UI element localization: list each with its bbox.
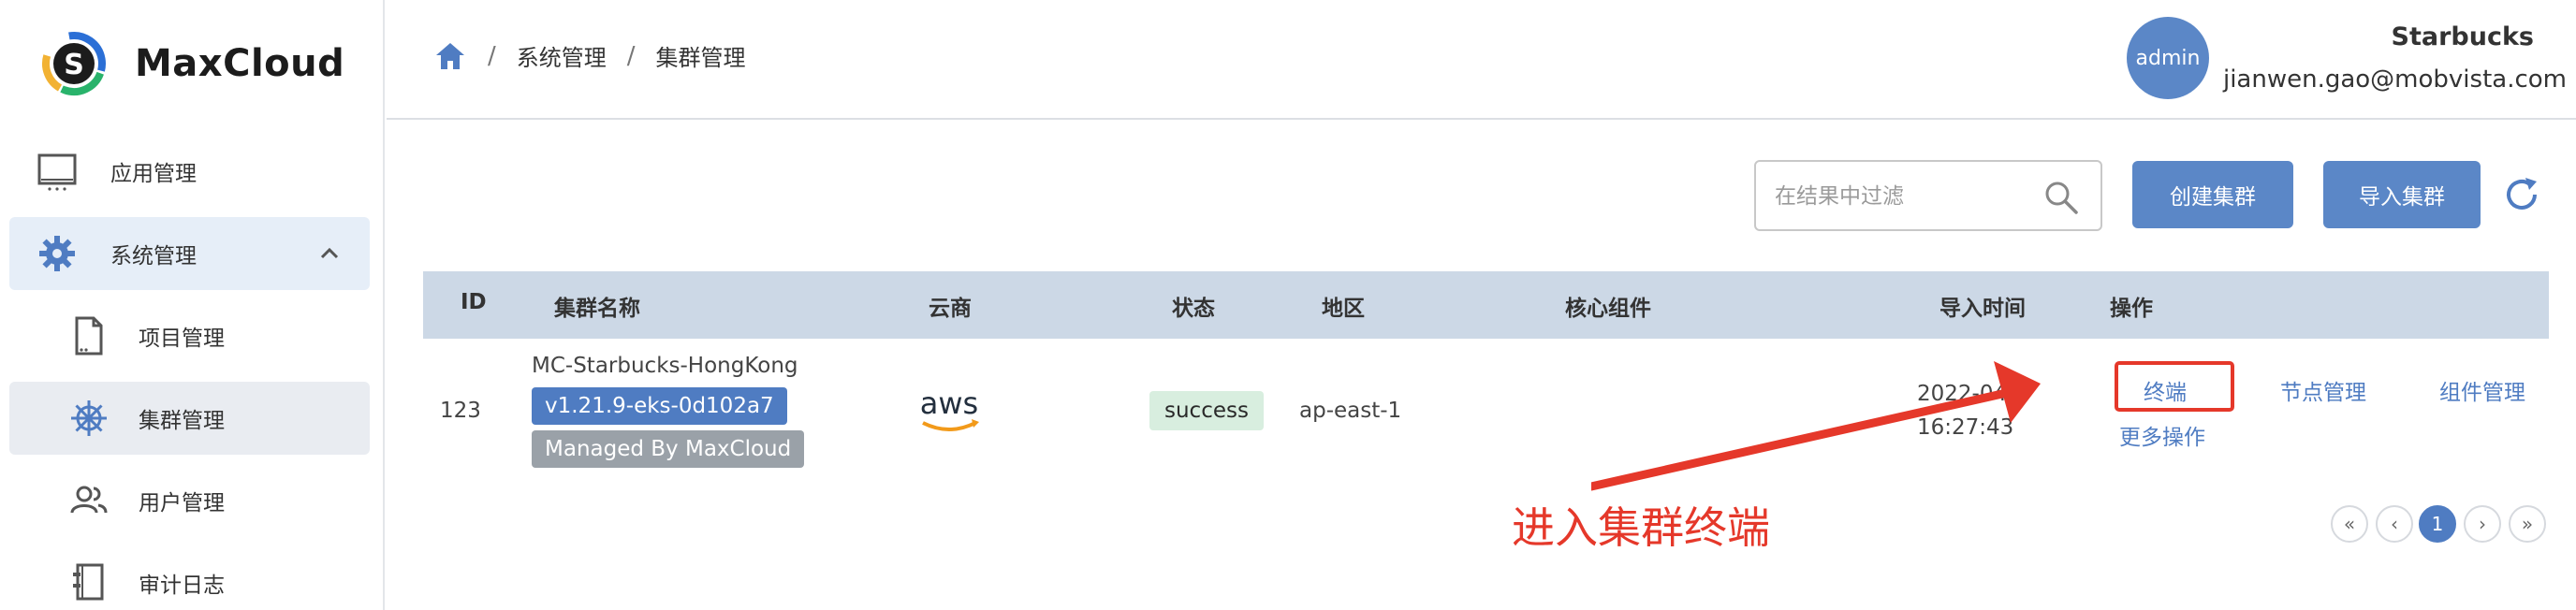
avatar[interactable]: admin: [2127, 17, 2209, 99]
sidebar-item-apps[interactable]: 应用管理: [9, 135, 370, 208]
helm-icon: [71, 400, 107, 436]
sidebar-item-label: 审计日志: [139, 574, 225, 598]
annotation-text: 进入集群终端: [1512, 502, 1770, 553]
column-header-core: 核心组件: [1565, 297, 1651, 321]
monitor-icon: [37, 153, 77, 191]
breadcrumb: / 系统管理 / 集群管理: [433, 39, 746, 72]
sidebar-item-label: 系统管理: [110, 244, 197, 269]
cell-region: ap-east-1: [1299, 399, 1402, 423]
document-icon: [75, 316, 103, 356]
version-tag: v1.21.9-eks-0d102a7: [532, 387, 787, 425]
cell-cluster-name[interactable]: MC-Starbucks-HongKong: [532, 354, 798, 378]
sidebar-item-users[interactable]: 用户管理: [9, 464, 370, 537]
import-cluster-button[interactable]: 导入集群: [2323, 161, 2481, 228]
search-icon[interactable]: [2042, 179, 2080, 216]
column-header-actions: 操作: [2110, 297, 2153, 321]
create-cluster-button[interactable]: 创建集群: [2132, 161, 2293, 228]
search-box[interactable]: [1754, 160, 2102, 231]
cell-id: 123: [440, 399, 481, 423]
pagination-next[interactable]: ›: [2464, 505, 2501, 543]
sidebar-item-clusters[interactable]: 集群管理: [9, 382, 370, 455]
status-badge: success: [1149, 391, 1264, 430]
column-header-name: 集群名称: [554, 297, 640, 321]
pagination-last[interactable]: »: [2509, 505, 2546, 543]
sidebar-item-label: 应用管理: [110, 162, 197, 186]
column-header-cloud: 云商: [929, 297, 972, 321]
sidebar-item-audit-log[interactable]: 审计日志: [9, 546, 370, 610]
component-management-link[interactable]: 组件管理: [2439, 374, 2525, 406]
highlight-box: [2115, 361, 2234, 412]
chevron-up-icon[interactable]: [317, 241, 342, 266]
breadcrumb-item: 集群管理: [655, 45, 746, 71]
aws-logo-icon: aws: [920, 385, 979, 431]
sidebar-item-system[interactable]: 系统管理: [9, 217, 370, 290]
user-email: jianwen.gao@mobvista.com: [2222, 65, 2567, 94]
search-input[interactable]: [1775, 179, 2037, 214]
refresh-icon[interactable]: [2501, 174, 2542, 215]
column-header-id: ID: [461, 290, 487, 314]
column-header-region: 地区: [1322, 297, 1365, 321]
table-row: 123 MC-Starbucks-HongKong v1.21.9-eks-0d…: [423, 339, 2549, 485]
top-header: / 系统管理 / 集群管理 admin Starbucks jianwen.ga…: [387, 0, 2576, 120]
pagination-prev[interactable]: ‹: [2376, 505, 2413, 543]
node-management-link[interactable]: 节点管理: [2280, 374, 2366, 406]
column-header-import-time: 导入时间: [1939, 297, 2026, 321]
users-icon: [70, 486, 108, 514]
app-name: MaxCloud: [135, 42, 345, 85]
user-name: Starbucks: [2391, 22, 2534, 51]
sidebar-item-label: 集群管理: [139, 409, 225, 433]
pagination-first[interactable]: «: [2331, 505, 2368, 543]
table-header: ID 集群名称 云商 状态 地区 核心组件 导入时间 操作: [423, 271, 2549, 339]
more-actions-link[interactable]: 更多操作: [2119, 419, 2205, 451]
maxcloud-logo-icon: S: [42, 32, 106, 95]
breadcrumb-separator: /: [626, 41, 636, 70]
column-header-status: 状态: [1172, 297, 1215, 321]
breadcrumb-item[interactable]: 系统管理: [517, 39, 607, 72]
sidebar-item-projects[interactable]: 项目管理: [9, 299, 370, 372]
app-logo[interactable]: S MaxCloud: [41, 26, 344, 101]
svg-text:aws: aws: [920, 385, 978, 421]
sidebar-item-label: 用户管理: [139, 491, 225, 516]
managed-tag: Managed By MaxCloud: [532, 430, 805, 468]
home-icon[interactable]: [433, 40, 467, 72]
pagination-page[interactable]: 1: [2419, 505, 2456, 543]
notebook-icon: [73, 563, 104, 601]
gear-icon: [39, 236, 75, 271]
sidebar: S MaxCloud 应用管理 系统管理 项目管理 集群管理 用户管理 审计日志: [0, 0, 385, 610]
user-menu[interactable]: admin Starbucks jianwen.gao@mobvista.com: [2127, 17, 2576, 103]
sidebar-item-label: 项目管理: [139, 327, 225, 351]
svg-text:S: S: [64, 49, 84, 81]
breadcrumb-separator: /: [488, 41, 496, 70]
